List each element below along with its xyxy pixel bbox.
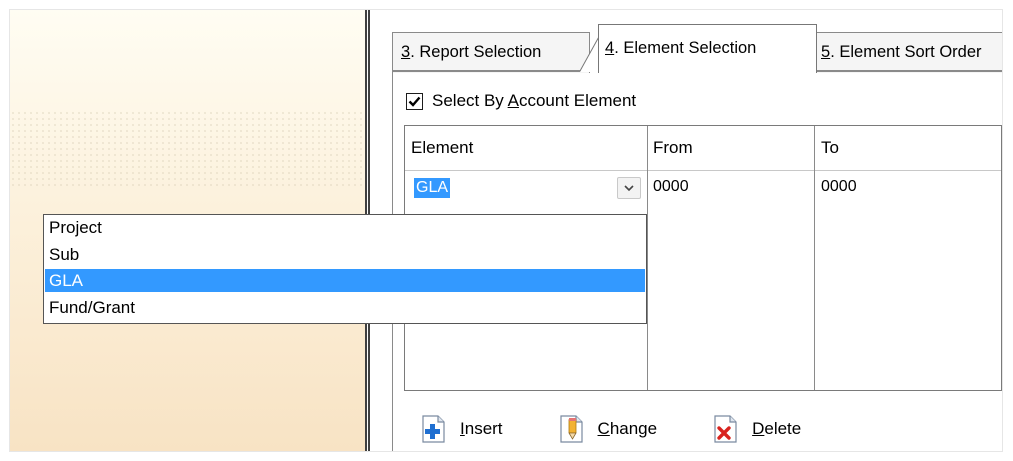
- change-icon: [559, 415, 583, 443]
- column-header-to[interactable]: To: [821, 138, 839, 158]
- tab-strip: 3. Report Selection 4. Element Selection…: [392, 20, 1002, 73]
- tab-element-selection[interactable]: 4. Element Selection: [598, 24, 817, 73]
- delete-label: Delete: [752, 419, 802, 438]
- insert-icon: [422, 415, 445, 443]
- dropdown-option-gla[interactable]: GLA: [45, 269, 645, 292]
- header-divider: [405, 170, 1001, 171]
- column-divider: [814, 126, 815, 390]
- checkmark-icon: [408, 96, 421, 107]
- column-header-element[interactable]: Element: [411, 138, 473, 158]
- element-dropdown-button[interactable]: [617, 177, 641, 199]
- grid-actions: Insert Change Delete: [420, 412, 856, 446]
- insert-label: Insert: [460, 419, 503, 438]
- tab-element-sort-order[interactable]: 5. Element Sort Order: [812, 32, 1002, 73]
- element-combobox[interactable]: GLA: [411, 175, 643, 201]
- from-value[interactable]: 0000: [653, 178, 689, 196]
- to-value[interactable]: 0000: [821, 178, 857, 196]
- delete-icon: [714, 415, 737, 443]
- element-combobox-value[interactable]: GLA: [414, 178, 451, 198]
- change-button[interactable]: Change: [558, 414, 658, 444]
- select-by-account-element[interactable]: Select By Account Element: [406, 90, 636, 112]
- application-window: 3. Report Selection 4. Element Selection…: [10, 10, 1002, 451]
- dropdown-option-fund-grant[interactable]: Fund/Grant: [45, 296, 645, 319]
- element-dropdown-list: Project Sub GLA Fund/Grant: [43, 214, 647, 324]
- checkbox-label: Select By Account Element: [432, 91, 637, 110]
- insert-button[interactable]: Insert: [420, 414, 503, 444]
- column-divider: [647, 126, 648, 390]
- tab-report-selection[interactable]: 3. Report Selection: [392, 32, 590, 73]
- select-by-account-element-checkbox[interactable]: [406, 92, 423, 110]
- delete-button[interactable]: Delete: [712, 414, 801, 444]
- change-label: Change: [597, 419, 658, 438]
- column-header-from[interactable]: From: [653, 138, 693, 158]
- chevron-down-icon: [624, 185, 634, 192]
- panel-texture: [10, 110, 365, 190]
- dropdown-option-sub[interactable]: Sub: [45, 243, 645, 266]
- dropdown-option-project[interactable]: Project: [45, 216, 645, 239]
